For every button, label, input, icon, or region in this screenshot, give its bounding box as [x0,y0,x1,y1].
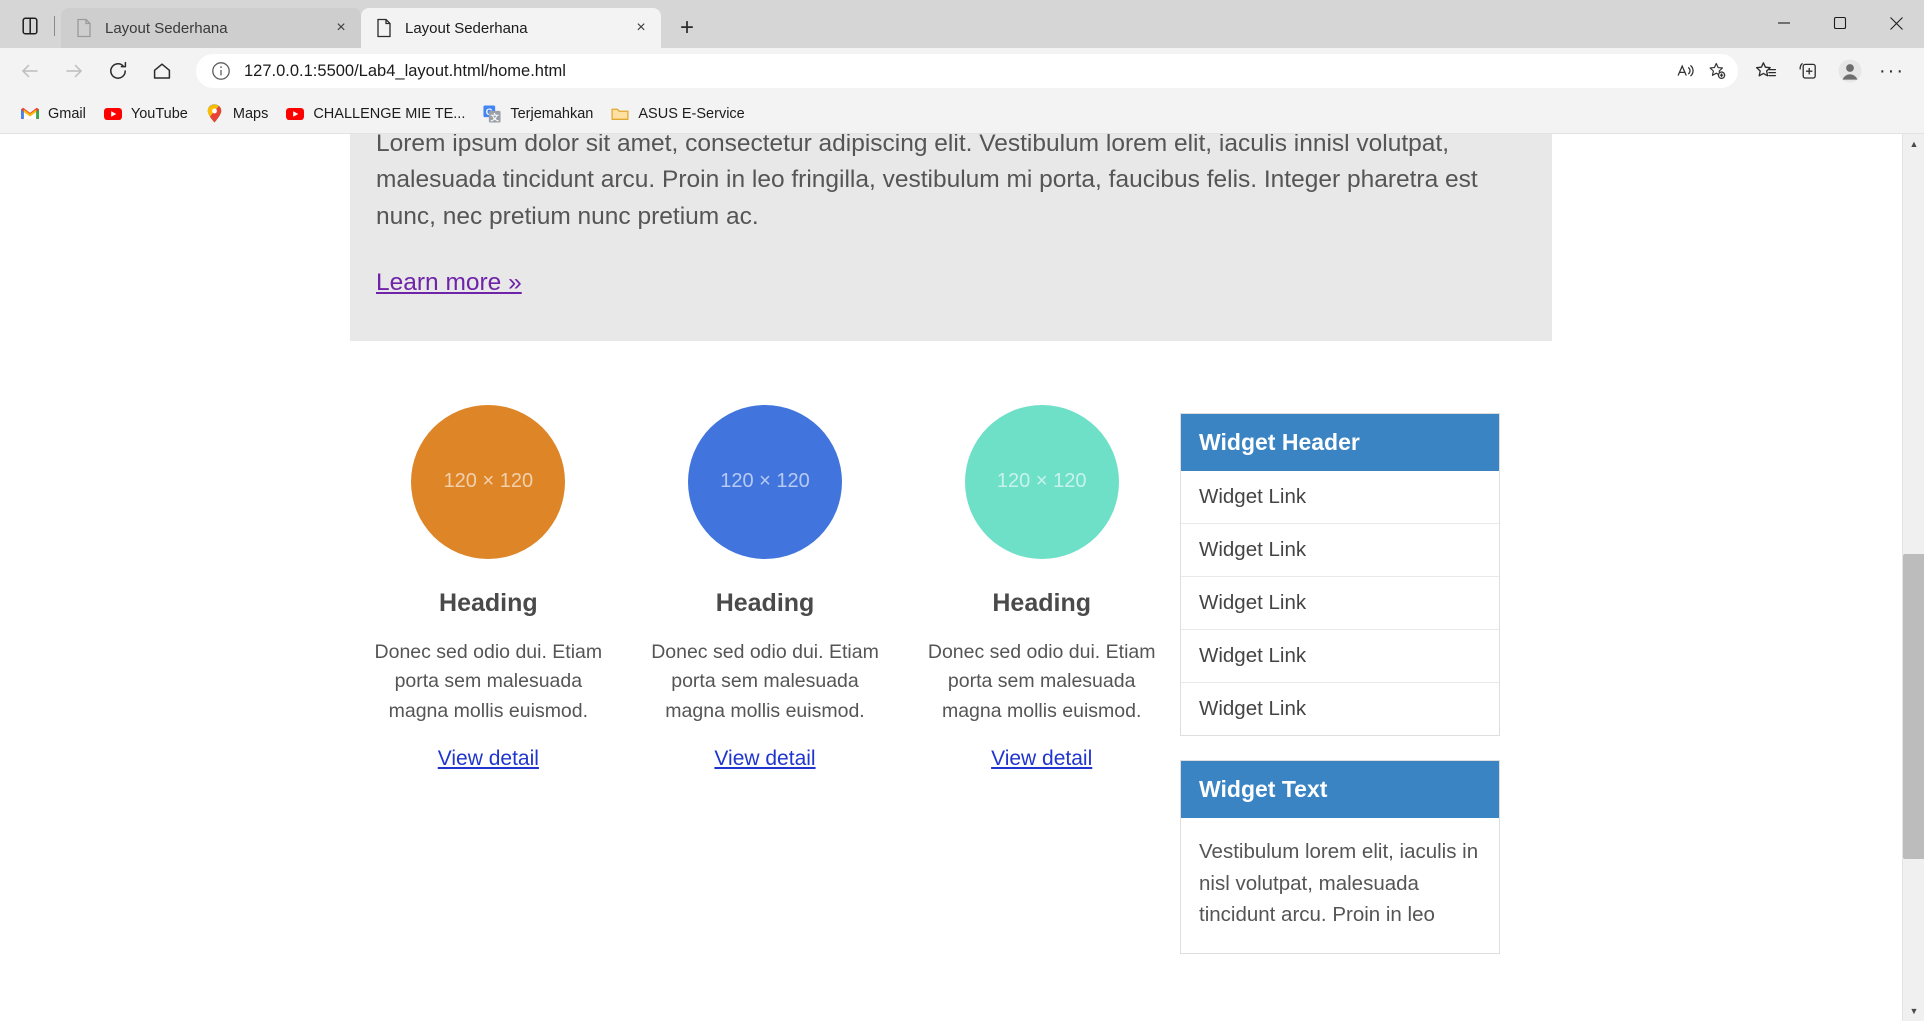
feature-heading: Heading [992,588,1091,617]
jumbotron-paragraph: Lorem ipsum dolor sit amet, consectetur … [376,134,1478,230]
tab-2-close-icon[interactable]: × [627,14,655,42]
page-viewport: Lorem ipsum dolor sit amet, consectetur … [0,134,1924,1021]
widget-text-body: Vestibulum lorem elit, iaculis in nisl v… [1199,839,1479,927]
bookmark-gmail[interactable]: Gmail [12,100,95,128]
bookmark-asus-e-service[interactable]: ASUS E-Service [602,100,753,128]
bookmarks-bar: Gmail YouTube Maps CHALLENGE MIE TE... 文… [0,94,1924,134]
browser-toolbar: 127.0.0.1:5500/Lab4_layout.html/home.htm… [0,48,1924,94]
scroll-down-icon[interactable]: ▼ [1903,1001,1924,1021]
tab-2[interactable]: Layout Sederhana × [361,8,661,48]
feature-column-2: 120 × 120 Heading Donec sed odio dui. Et… [627,404,904,978]
read-aloud-icon[interactable] [1670,56,1700,86]
settings-and-more-icon[interactable]: ··· [1872,54,1912,88]
feature-heading: Heading [715,588,815,617]
placeholder-size-label: 120 × 120 [996,470,1087,493]
feature-columns: 120 × 120 Heading Donec sed odio dui. Et… [350,369,1180,978]
bookmark-label: CHALLENGE MIE TE... [313,105,466,122]
bookmark-maps[interactable]: Maps [197,100,277,128]
placeholder-size-label: 120 × 120 [720,470,810,493]
widget-links: Widget Header Widget Link Widget Link Wi… [1180,412,1500,736]
maximize-button[interactable] [1812,0,1868,46]
web-page-content: Lorem ipsum dolor sit amet, consectetur … [0,134,1902,1021]
learn-more-link[interactable]: Learn more » [376,269,522,297]
feature-image-placeholder: 120 × 120 [964,404,1119,559]
page-favicon [75,18,93,38]
widget-header-title: Widget Header [1181,413,1499,471]
tab-1-close-icon[interactable]: × [327,14,355,42]
youtube-icon [103,105,122,123]
tab-strip: Layout Sederhana × Layout Sederhana × + [0,0,1924,48]
bookmark-label: ASUS E-Service [638,105,745,122]
tab-1-title: Layout Sederhana [105,19,228,37]
tab-2-title: Layout Sederhana [405,19,528,37]
bookmark-challenge-mie[interactable]: CHALLENGE MIE TE... [277,100,474,128]
bookmark-youtube[interactable]: YouTube [95,100,197,128]
page-container: Lorem ipsum dolor sit amet, consectetur … [350,134,1552,979]
placeholder-size-label: 120 × 120 [443,470,534,493]
new-tab-button[interactable]: + [669,11,705,45]
widget-link-3[interactable]: Widget Link [1181,577,1499,630]
feature-body: Donec sed odio dui. Etiam porta sem male… [651,640,879,722]
sidebar: Widget Header Widget Link Widget Link Wi… [1180,369,1500,978]
main-container: 120 × 120 Heading Donec sed odio dui. Et… [350,340,1552,979]
bookmark-terjemahkan[interactable]: G 文 Terjemahkan [474,100,602,128]
bookmark-label: Gmail [48,105,86,122]
forward-icon[interactable] [54,54,94,88]
feature-body: Donec sed odio dui. Etiam porta sem male… [374,640,603,722]
site-info-icon[interactable] [210,60,232,82]
view-detail-link[interactable]: View detail [714,747,815,771]
url-text: 127.0.0.1:5500/Lab4_layout.html/home.htm… [244,61,566,80]
feature-heading: Heading [439,588,538,617]
bookmark-label: Terjemahkan [510,105,594,122]
profile-icon[interactable] [1830,54,1870,88]
view-detail-link[interactable]: View detail [991,747,1092,771]
gmail-icon [21,105,39,123]
folder-icon [611,105,629,123]
window-controls [1756,0,1924,46]
scroll-up-icon[interactable]: ▲ [1903,134,1924,154]
svg-text:文: 文 [491,111,500,122]
close-window-button[interactable] [1868,0,1924,46]
toolbar-right-actions: ··· [1746,54,1914,88]
refresh-icon[interactable] [98,54,138,88]
favorites-icon[interactable] [1746,54,1786,88]
widget-text: Widget Text Vestibulum lorem elit, iacul… [1180,759,1500,955]
collections-icon[interactable] [1788,54,1828,88]
feature-image-placeholder: 120 × 120 [411,404,566,559]
page-scrollbar[interactable]: ▲ ▼ [1902,134,1924,1021]
feature-body: Donec sed odio dui. Etiam porta sem male… [927,640,1156,722]
google-maps-icon [206,104,224,123]
widget-link-4[interactable]: Widget Link [1181,630,1499,683]
scrollbar-thumb[interactable] [1903,554,1924,859]
home-icon[interactable] [142,54,182,88]
view-detail-link[interactable]: View detail [438,747,539,771]
feature-column-3: 120 × 120 Heading Donec sed odio dui. Et… [903,404,1180,978]
tab-separator [54,16,55,36]
add-favorite-icon[interactable] [1702,56,1732,86]
jumbotron: Lorem ipsum dolor sit amet, consectetur … [350,134,1552,341]
bookmark-label: YouTube [130,105,188,122]
feature-column-1: 120 × 120 Heading Donec sed odio dui. Et… [350,404,627,978]
feature-image-placeholder: 120 × 120 [688,404,842,559]
youtube-icon [286,105,305,123]
tab-1[interactable]: Layout Sederhana × [61,8,361,48]
widget-link-2[interactable]: Widget Link [1181,524,1499,577]
page-favicon [375,18,393,38]
widget-link-5[interactable]: Widget Link [1181,683,1499,735]
browser-window: Layout Sederhana × Layout Sederhana × + [0,0,1924,1021]
bookmark-label: Maps [232,105,269,122]
back-icon[interactable] [10,54,50,88]
tab-actions-button[interactable] [8,6,52,46]
address-bar[interactable]: 127.0.0.1:5500/Lab4_layout.html/home.htm… [196,54,1738,88]
minimize-button[interactable] [1756,0,1812,46]
google-translate-icon: G 文 [483,104,501,123]
widget-link-1[interactable]: Widget Link [1181,471,1499,524]
widget-text-title: Widget Text [1181,760,1499,818]
